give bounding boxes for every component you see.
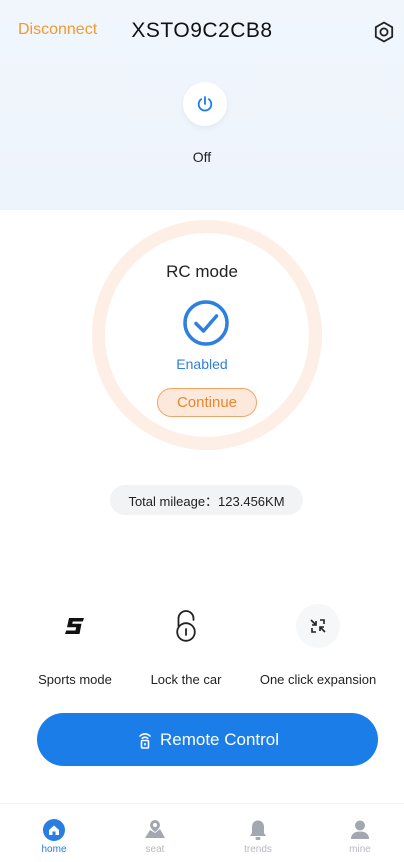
device-id-title: XSTO9C2CB8 bbox=[131, 19, 273, 42]
tab-home[interactable]: home bbox=[24, 818, 84, 855]
tab-mine-label: mine bbox=[349, 844, 371, 855]
rc-mode-title: RC mode bbox=[166, 262, 238, 281]
tab-trends-label: trends bbox=[244, 844, 272, 855]
lock-icon[interactable] bbox=[164, 604, 208, 648]
tab-mine[interactable]: mine bbox=[330, 818, 390, 855]
continue-button[interactable]: Continue bbox=[157, 388, 257, 417]
remote-icon bbox=[139, 732, 151, 749]
power-button[interactable] bbox=[183, 82, 227, 126]
remote-control-button[interactable]: Remote Control bbox=[37, 713, 378, 766]
power-state-label: Off bbox=[192, 149, 212, 165]
bell-icon bbox=[250, 820, 266, 840]
settings-gear-icon[interactable] bbox=[372, 20, 396, 44]
bottom-tab-bar: home seat trends mine bbox=[0, 803, 404, 862]
power-icon bbox=[197, 96, 213, 112]
lock-car-label[interactable]: Lock the car bbox=[135, 672, 237, 687]
user-icon bbox=[351, 820, 369, 839]
remote-control-label: Remote Control bbox=[159, 729, 280, 749]
rc-status-label: Enabled bbox=[176, 356, 228, 372]
tab-seat[interactable]: seat bbox=[125, 818, 185, 855]
map-icon bbox=[145, 820, 165, 838]
tab-trends[interactable]: trends bbox=[228, 818, 288, 855]
expand-icon[interactable] bbox=[296, 604, 340, 648]
total-mileage-badge: Total mileage：123.456KM bbox=[110, 485, 303, 515]
enabled-check-icon bbox=[183, 300, 229, 346]
one-click-expansion-label[interactable]: One click expansion bbox=[248, 672, 388, 687]
sports-mode-label[interactable]: Sports mode bbox=[22, 672, 128, 687]
home-icon bbox=[43, 819, 65, 841]
status-header-panel: Disconnect XSTO9C2CB8 Off bbox=[0, 0, 404, 210]
tab-home-label: home bbox=[41, 844, 67, 855]
sports-mode-icon[interactable] bbox=[53, 604, 97, 648]
tab-seat-label: seat bbox=[145, 844, 165, 855]
